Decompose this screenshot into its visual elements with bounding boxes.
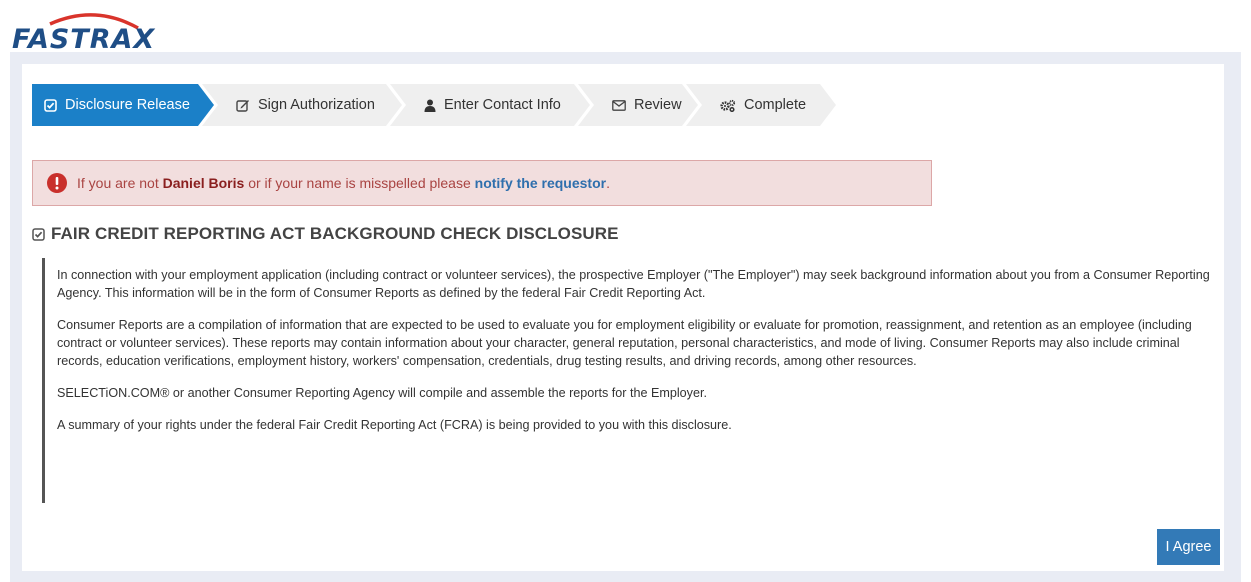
alert-suffix: . <box>606 175 610 191</box>
step-label: Sign Authorization <box>258 97 375 113</box>
exclamation-circle-icon <box>47 173 67 193</box>
applicant-name: Daniel Boris <box>162 175 245 191</box>
step-sign-authorization[interactable]: Sign Authorization <box>202 84 402 126</box>
i-agree-button[interactable]: I Agree <box>1157 529 1220 565</box>
content-card: Disclosure Release Sign Authorization En… <box>22 64 1224 571</box>
check-square-icon <box>32 227 45 241</box>
cogs-icon <box>720 99 736 112</box>
alert-text: If you are not Daniel Boris or if your n… <box>77 175 610 191</box>
step-review[interactable]: Review <box>578 84 698 126</box>
step-label: Enter Contact Info <box>444 97 561 113</box>
disclosure-paragraph: In connection with your employment appli… <box>57 268 1210 300</box>
disclosure-paragraph: A summary of your rights under the feder… <box>57 418 732 432</box>
user-icon <box>424 99 436 112</box>
disclosure-paragraph: SELECTiON.COM® or another Consumer Repor… <box>57 386 707 400</box>
page-frame: Disclosure Release Sign Authorization En… <box>10 52 1241 582</box>
alert-prefix: If you are not <box>77 175 163 191</box>
check-square-icon <box>44 99 57 112</box>
edit-icon <box>236 99 250 112</box>
heading-text: FAIR CREDIT REPORTING ACT BACKGROUND CHE… <box>51 224 619 243</box>
disclosure-heading: FAIR CREDIT REPORTING ACT BACKGROUND CHE… <box>32 224 619 244</box>
fastrax-logo: FASTRAX <box>10 8 160 55</box>
envelope-icon <box>612 100 626 111</box>
step-disclosure-release[interactable]: Disclosure Release <box>32 84 214 126</box>
name-verification-alert: If you are not Daniel Boris or if your n… <box>32 160 932 206</box>
disclosure-paragraph: Consumer Reports are a compilation of in… <box>57 318 1192 368</box>
step-label: Disclosure Release <box>65 97 190 113</box>
step-label: Review <box>634 97 682 113</box>
step-enter-contact-info[interactable]: Enter Contact Info <box>390 84 590 126</box>
disclosure-body: In connection with your employment appli… <box>42 258 1212 503</box>
step-label: Complete <box>744 97 807 113</box>
notify-requestor-link[interactable]: notify the requestor <box>475 175 606 191</box>
logo-text: FASTRAX <box>12 24 156 55</box>
alert-middle: or if your name is misspelled please <box>244 175 475 191</box>
step-complete[interactable]: Complete <box>686 84 836 126</box>
